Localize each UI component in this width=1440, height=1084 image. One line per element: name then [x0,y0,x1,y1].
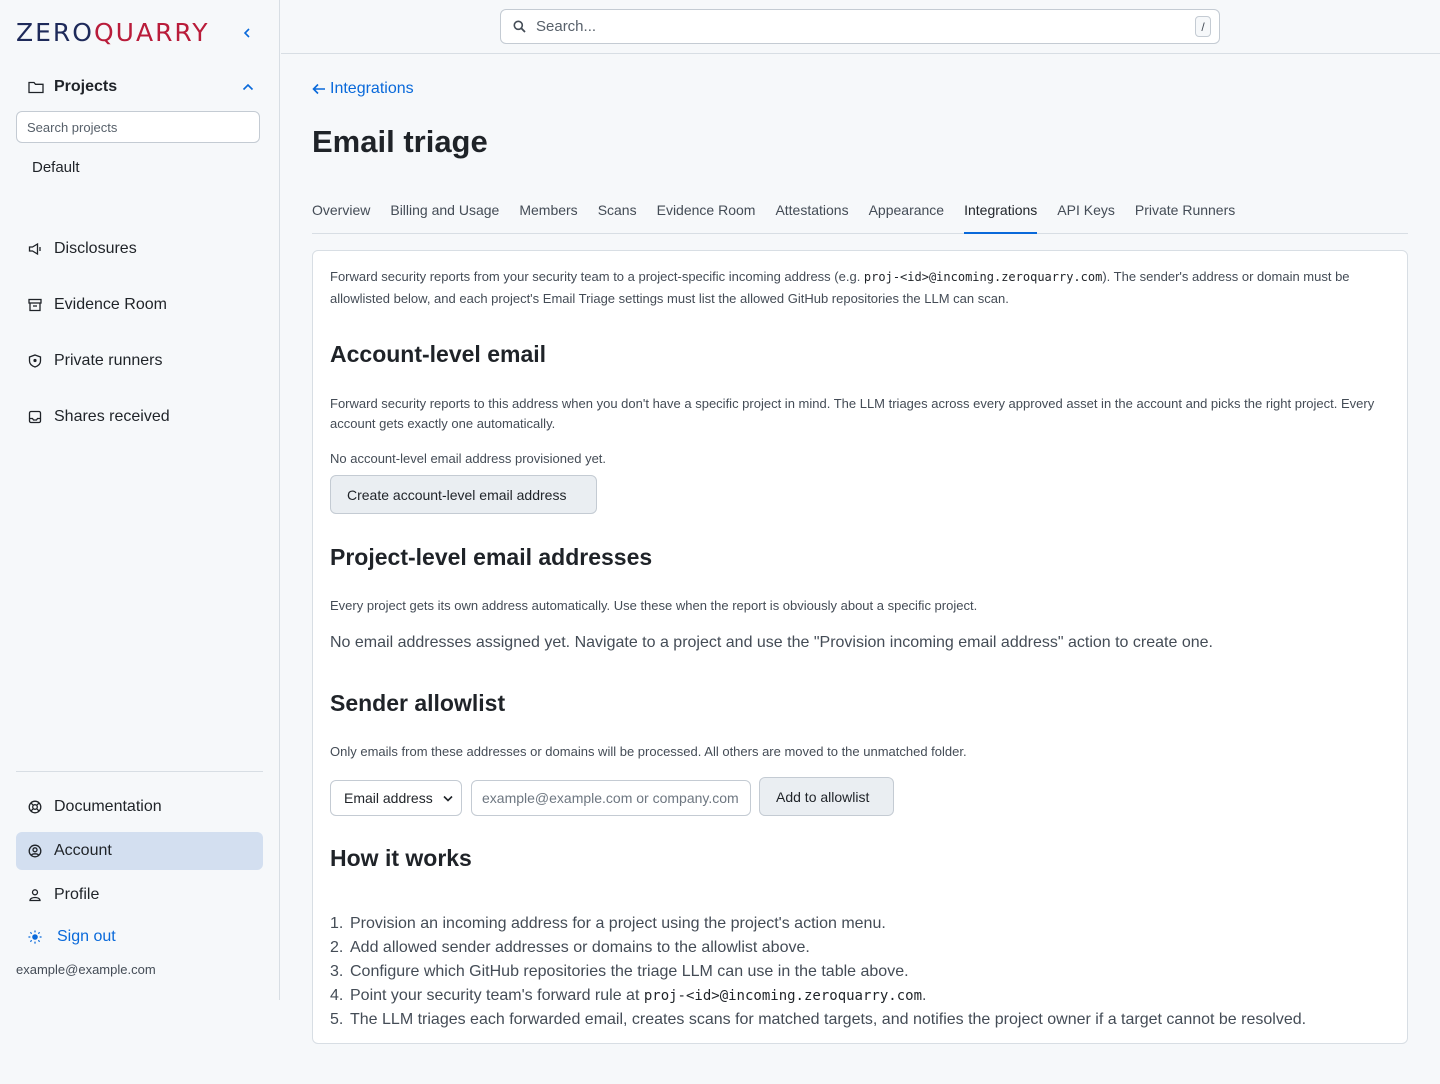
user-circle-icon [28,844,42,858]
allowlist-entry-input[interactable] [471,780,751,816]
allowlist-heading: Sender allowlist [330,690,506,716]
section-tabs: Overview Billing and Usage Members Scans… [312,199,1408,234]
person-icon [28,888,42,902]
tab-scans[interactable]: Scans [598,199,637,234]
folder-icon [28,81,44,94]
allowlist-type-select[interactable]: Email address [330,780,462,816]
sidebar-item-label: Documentation [54,798,162,815]
step4-suffix: . [922,987,927,1004]
tab-billing-and-usage[interactable]: Billing and Usage [390,199,499,234]
sign-out-label: Sign out [57,928,116,945]
search-input[interactable] [536,18,1195,35]
project-emails-heading: Project-level email addresses [330,544,653,570]
sidebar-item-label: Private runners [54,352,163,369]
list-item: 2. Add allowed sender addresses or domain… [330,939,810,956]
tab-appearance[interactable]: Appearance [869,199,945,234]
global-search[interactable]: / [500,9,1220,44]
allowlist-description: Only emails from these addresses or doma… [330,744,967,759]
sidebar-item-evidence-room[interactable]: Evidence Room [16,286,263,324]
chevron-left-icon [243,28,250,38]
how-it-works-heading: How it works [330,845,472,871]
user-email: example@example.com [16,962,156,977]
intro-text: Forward security reports from your secur… [330,266,1390,309]
shield-icon [28,354,42,368]
sidebar-item-profile[interactable]: Profile [16,876,263,914]
page-title: Email triage [312,124,488,159]
logo-quarry: QUARRY [93,18,210,47]
tab-members[interactable]: Members [519,199,577,234]
megaphone-icon [28,242,42,256]
list-item: 4. Point your security team's forward rul… [330,987,927,1004]
step-text: Configure which GitHub repositories the … [350,963,909,980]
arrow-left-icon [312,83,325,95]
account-email-heading: Account-level email [330,341,547,367]
project-emails-description: Every project gets its own address autom… [330,598,978,613]
tab-attestations[interactable]: Attestations [775,199,848,234]
sidebar-item-label: Evidence Room [54,296,167,313]
sidebar-item-private-runners[interactable]: Private runners [16,342,263,380]
sidebar-item-account[interactable]: Account [16,832,263,870]
sidebar-item-shares-received[interactable]: Shares received [16,398,263,436]
tab-evidence-room[interactable]: Evidence Room [657,199,756,234]
archive-icon [28,298,42,312]
search-icon [513,20,526,33]
list-item: 3. Configure which GitHub repositories th… [330,963,909,980]
back-link-label: Integrations [330,80,414,97]
project-emails-empty-state: No email addresses assigned yet. Navigat… [330,634,1213,651]
step-text: Provision an incoming address for a proj… [350,915,886,932]
sidebar-item-disclosures[interactable]: Disclosures [16,230,263,268]
step-text: Add allowed sender addresses or domains … [350,939,810,956]
how-it-works-steps: 1. Provision an incoming address for a pr… [330,912,1306,1032]
sidebar: ZEROQUARRY Projects Default Disclosures … [0,0,280,1000]
projects-label: Projects [54,78,118,95]
allowlist-type-value: Email address [344,790,433,806]
project-item-default[interactable]: Default [32,159,80,176]
tab-integrations[interactable]: Integrations [964,199,1038,234]
tab-private-runners[interactable]: Private Runners [1135,199,1235,234]
logo-zero: ZERO [16,18,94,47]
step-text: The LLM triages each forwarded email, cr… [350,1011,1307,1028]
sidebar-item-label: Account [54,842,112,859]
intro-email-code: proj-<id>@incoming.zeroquarry.com [863,270,1103,284]
sidebar-item-label: Shares received [54,408,170,425]
tab-api-keys[interactable]: API Keys [1057,199,1115,234]
sign-out-button[interactable]: Sign out [16,918,263,956]
intro-text-part1: Forward security reports from your secur… [330,269,864,284]
create-account-email-button[interactable]: Create account-level email address [330,475,597,514]
account-email-description: Forward security reports to this address… [330,396,1375,431]
chevron-down-icon [443,795,453,802]
top-bar: / [281,0,1440,54]
search-shortcut-key: / [1195,16,1211,37]
account-email-status: No account-level email address provision… [330,451,607,466]
step-text: Point your security team's forward rule … [350,987,644,1004]
sidebar-divider [16,771,263,772]
collapse-sidebar-button[interactable] [238,26,256,46]
sidebar-item-label: Disclosures [54,240,137,257]
inbox-icon [28,410,42,424]
add-to-allowlist-button[interactable]: Add to allowlist [759,777,894,816]
sidebar-item-documentation[interactable]: Documentation [16,788,263,826]
search-projects-input[interactable] [16,111,260,143]
sidebar-item-label: Profile [54,886,100,903]
sun-icon [28,930,42,944]
tab-overview[interactable]: Overview [312,199,370,234]
projects-toggle[interactable]: Projects [28,76,254,98]
email-triage-card: Forward security reports from your secur… [312,250,1408,1044]
list-item: 5. The LLM triages each forwarded email, … [330,1011,1307,1028]
back-to-integrations-link[interactable]: Integrations [312,80,414,98]
logo[interactable]: ZERO QUARRY [16,18,209,47]
chevron-up-icon [242,83,254,91]
lifebuoy-icon [28,800,42,814]
step4-email-code: proj-<id>@incoming.zeroquarry.com [643,988,922,1004]
list-item: 1. Provision an incoming address for a pr… [330,915,886,932]
